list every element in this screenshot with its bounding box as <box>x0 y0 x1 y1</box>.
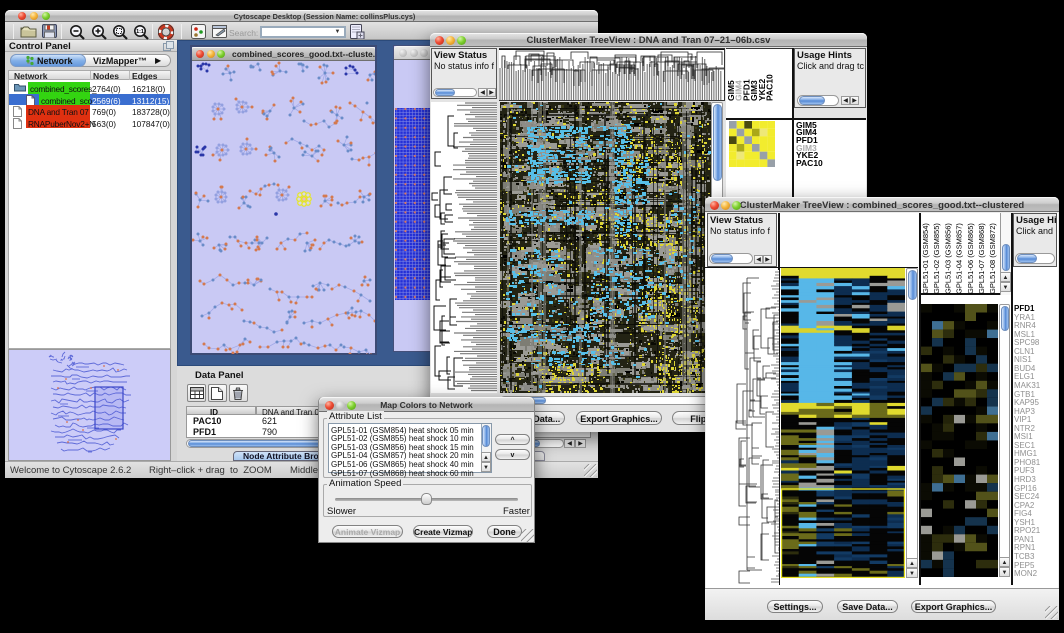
svg-text:GPL51-01 (GSM854): GPL51-01 (GSM854) <box>921 223 930 294</box>
svg-text:PAC10: PAC10 <box>765 74 775 101</box>
svg-text:GPL51-04 (GSM857): GPL51-04 (GSM857) <box>955 223 964 294</box>
svg-text:GPL51-07 (GSM868): GPL51-07 (GSM868) <box>977 223 986 294</box>
svg-text:GPL51-03 (GSM856): GPL51-03 (GSM856) <box>943 223 952 294</box>
svg-text:GPL51-08 (GSM872): GPL51-08 (GSM872) <box>988 223 997 294</box>
svg-text:GPL51-06 (GSM865): GPL51-06 (GSM865) <box>966 223 975 294</box>
svg-text:1:1: 1:1 <box>136 29 144 35</box>
svg-text:GPL51-02 (GSM855): GPL51-02 (GSM855) <box>932 223 941 294</box>
